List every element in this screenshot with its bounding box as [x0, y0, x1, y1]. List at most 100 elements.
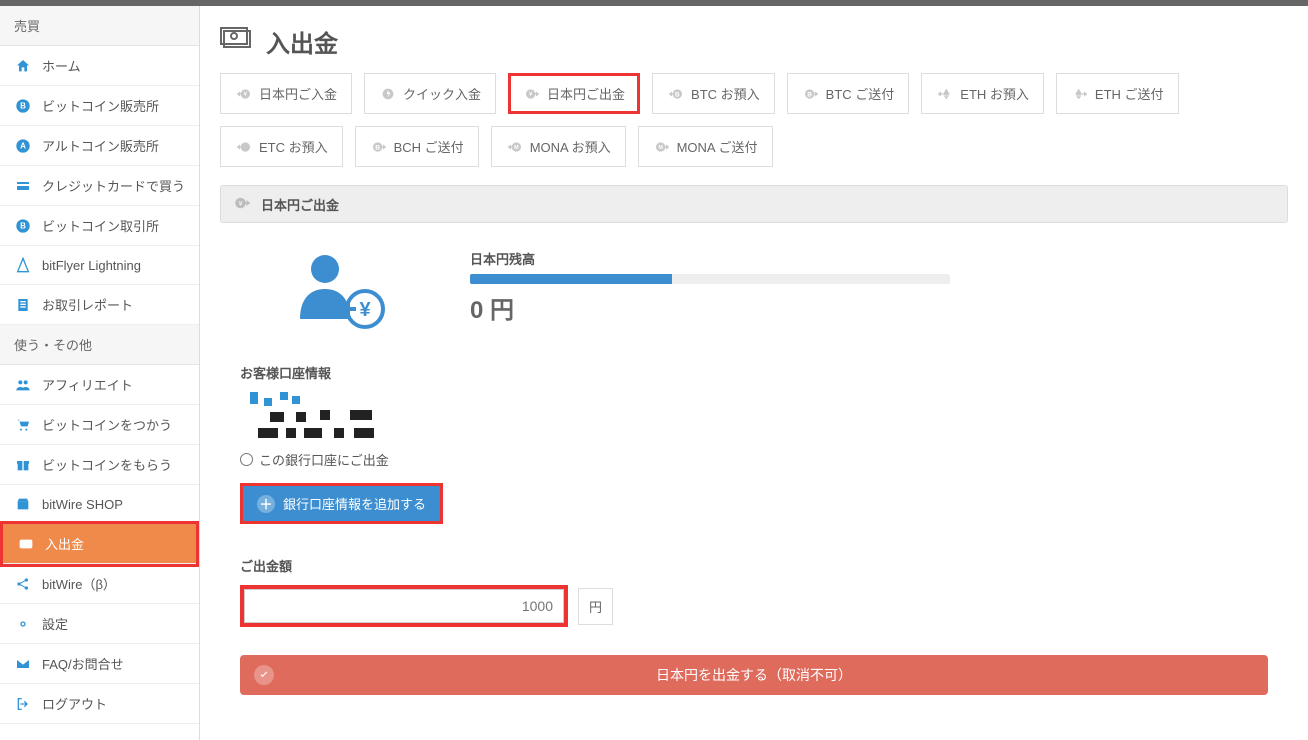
svg-text:¥: ¥: [239, 200, 243, 207]
wallet-icon: [17, 535, 35, 553]
tab-label: 日本円ご入金: [259, 84, 337, 103]
sidebar-item-creditcard[interactable]: クレジットカードで買う: [0, 166, 199, 206]
sidebar-item-label: 設定: [42, 614, 68, 633]
tab-jpy-deposit[interactable]: ¥ 日本円ご入金: [220, 73, 352, 114]
sidebar-item-label: アルトコイン販売所: [42, 136, 159, 155]
tab-btc-deposit[interactable]: B BTC お預入: [652, 73, 775, 114]
tab-mona-send[interactable]: M MONA ご送付: [638, 126, 773, 167]
sidebar-item-btc-exchange[interactable]: B ビットコイン取引所: [0, 206, 199, 246]
sidebar-item-label: クレジットカードで買う: [42, 176, 185, 195]
quick-deposit-icon: [379, 85, 397, 103]
sidebar-item-label: アフィリエイト: [42, 375, 133, 394]
sidebar-item-label: bitWire（β）: [42, 574, 116, 593]
eth-in-icon: [936, 85, 954, 103]
radio-label: この銀行口座にご出金: [259, 450, 389, 469]
share-icon: [14, 575, 32, 593]
balance-illustration: ¥: [240, 249, 440, 329]
banknote-icon: [220, 27, 254, 56]
tab-label: ETC お預入: [259, 137, 328, 156]
check-icon: [254, 665, 274, 685]
tab-bch-send[interactable]: B BCH ご送付: [355, 126, 479, 167]
mona-out-icon: M: [653, 138, 671, 156]
sidebar-item-btc-sales[interactable]: B ビットコイン販売所: [0, 86, 199, 126]
tab-label: MONA お預入: [530, 137, 611, 156]
svg-text:M: M: [514, 145, 519, 151]
sidebar-highlight: 入出金: [0, 521, 199, 567]
sidebar-item-label: bitFlyer Lightning: [42, 258, 141, 273]
account-info-header: お客様口座情報: [240, 363, 1268, 382]
page-title: 入出金: [266, 24, 338, 59]
balance-label: 日本円残高: [470, 249, 950, 268]
sidebar-item-label: ビットコイン取引所: [42, 216, 159, 235]
balance-amount: 0 円: [470, 290, 950, 325]
sidebar-item-settings[interactable]: 設定: [0, 604, 199, 644]
sidebar-item-lightning[interactable]: bitFlyer Lightning: [0, 246, 199, 285]
sidebar-section-other: 使う・その他: [0, 325, 199, 365]
mail-icon: [14, 655, 32, 673]
btc-in-icon: B: [667, 85, 685, 103]
sidebar-item-altcoin-sales[interactable]: A アルトコイン販売所: [0, 126, 199, 166]
sidebar-item-deposit-withdraw[interactable]: 入出金: [3, 524, 196, 564]
sidebar-item-home[interactable]: ホーム: [0, 46, 199, 86]
home-icon: [14, 57, 32, 75]
tab-label: BCH ご送付: [394, 137, 464, 156]
shop-icon: [14, 495, 32, 513]
gear-icon: [14, 615, 32, 633]
sidebar-item-affiliate[interactable]: アフィリエイト: [0, 365, 199, 405]
sidebar-item-label: ビットコインをつかう: [42, 415, 172, 434]
sidebar-item-bitwire-beta[interactable]: bitWire（β）: [0, 564, 199, 604]
sidebar-item-label: ビットコイン販売所: [42, 96, 159, 115]
tab-eth-send[interactable]: ETH ご送付: [1056, 73, 1179, 114]
svg-text:B: B: [20, 221, 26, 230]
withdraw-amount-input[interactable]: [244, 589, 564, 623]
plus-icon: ＋: [257, 495, 275, 513]
withdraw-submit-button[interactable]: 日本円を出金する（取消不可）: [240, 655, 1268, 695]
yen-arrow-out-icon: ¥: [233, 194, 253, 214]
card-icon: [14, 177, 32, 195]
gift-icon: [14, 456, 32, 474]
svg-text:B: B: [807, 91, 812, 98]
sidebar-item-use-btc[interactable]: ビットコインをつかう: [0, 405, 199, 445]
sidebar-item-get-btc[interactable]: ビットコインをもらう: [0, 445, 199, 485]
svg-text:A: A: [20, 141, 26, 150]
logout-icon: [14, 695, 32, 713]
tab-mona-deposit[interactable]: M MONA お預入: [491, 126, 626, 167]
balance-block: ¥ 日本円残高 0 円: [220, 239, 1288, 353]
sidebar-item-faq[interactable]: FAQ/お問合せ: [0, 644, 199, 684]
svg-text:B: B: [375, 144, 380, 151]
amount-label: ご出金額: [240, 556, 1268, 575]
add-bank-button[interactable]: ＋ 銀行口座情報を追加する: [243, 486, 440, 521]
sidebar-item-label: bitWire SHOP: [42, 497, 123, 512]
sidebar-item-bitwire-shop[interactable]: bitWire SHOP: [0, 485, 199, 524]
btc-out-icon: B: [802, 85, 820, 103]
balance-progress: [470, 274, 950, 284]
tab-jpy-withdraw[interactable]: ¥ 日本円ご出金: [508, 73, 640, 114]
sidebar: 売買 ホーム B ビットコイン販売所 A アルトコイン販売所 クレジットカードで…: [0, 6, 200, 740]
sidebar-section-trading: 売買: [0, 6, 199, 46]
sidebar-item-label: ビットコインをもらう: [42, 455, 172, 474]
add-bank-highlight: ＋ 銀行口座情報を追加する: [240, 483, 443, 524]
section-header: ¥ 日本円ご出金: [220, 185, 1288, 223]
main-content: 入出金 ¥ 日本円ご入金 クイック入金 ¥ 日本円ご出金 B BTC お預入 B: [200, 6, 1308, 740]
sidebar-item-label: 入出金: [45, 534, 84, 553]
etc-in-icon: [235, 138, 253, 156]
tab-label: MONA ご送付: [677, 137, 758, 156]
svg-text:B: B: [20, 101, 26, 110]
tab-quick-deposit[interactable]: クイック入金: [364, 73, 496, 114]
tabs-row: ¥ 日本円ご入金 クイック入金 ¥ 日本円ご出金 B BTC お預入 B BTC…: [220, 73, 1288, 167]
tab-eth-deposit[interactable]: ETH お預入: [921, 73, 1044, 114]
svg-text:B: B: [675, 91, 680, 98]
add-bank-label: 銀行口座情報を追加する: [283, 494, 426, 513]
bitcoin-icon: B: [14, 97, 32, 115]
tab-label: クイック入金: [403, 84, 481, 103]
sidebar-item-report[interactable]: お取引レポート: [0, 285, 199, 325]
currency-unit: 円: [578, 588, 613, 625]
bitcoin-icon: B: [14, 217, 32, 235]
tab-btc-send[interactable]: B BTC ご送付: [787, 73, 910, 114]
withdraw-to-account-radio[interactable]: [240, 453, 253, 466]
tab-etc-deposit[interactable]: ETC お預入: [220, 126, 343, 167]
altcoin-icon: A: [14, 137, 32, 155]
yen-arrow-out-icon: ¥: [523, 85, 541, 103]
sidebar-item-logout[interactable]: ログアウト: [0, 684, 199, 724]
svg-text:¥: ¥: [359, 299, 371, 321]
